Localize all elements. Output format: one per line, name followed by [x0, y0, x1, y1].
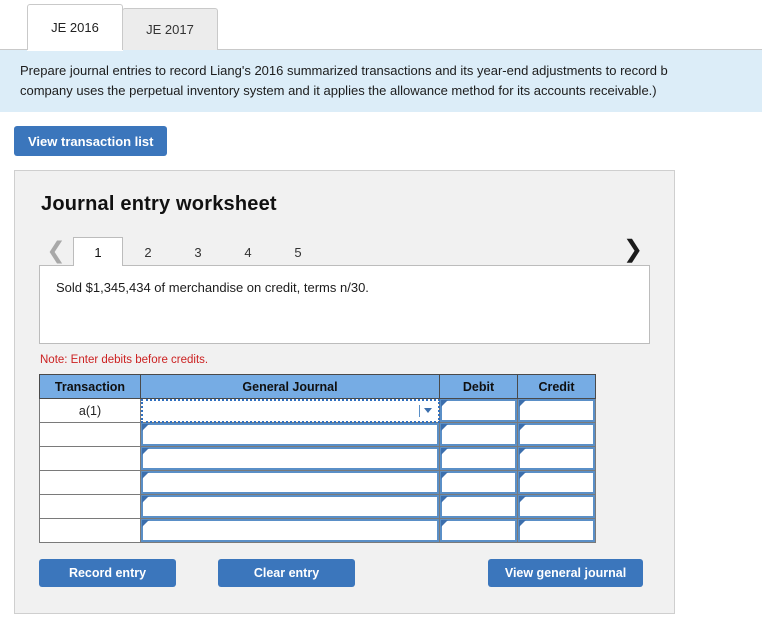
- cell-marker-icon: [142, 520, 149, 527]
- worksheet-page-tabs: 1 2 3 4 5: [73, 237, 323, 266]
- cell-marker-icon: [142, 472, 149, 479]
- chevron-left-icon[interactable]: ❮: [39, 234, 73, 266]
- instruction-line-1: Prepare journal entries to record Liang'…: [20, 63, 668, 78]
- cell-marker-icon: [519, 400, 526, 407]
- table-row: a(1): [39, 398, 596, 423]
- cell-debit[interactable]: [439, 518, 518, 543]
- worksheet-page-4[interactable]: 4: [223, 238, 273, 266]
- clear-entry-button[interactable]: Clear entry: [218, 559, 355, 587]
- cell-debit[interactable]: [439, 398, 518, 423]
- table-row: [39, 422, 596, 447]
- transaction-description-box: Sold $1,345,434 of merchandise on credit…: [39, 266, 650, 344]
- cell-marker-icon: [519, 472, 526, 479]
- journal-table-header-row: Transaction General Journal Debit Credit: [39, 374, 596, 399]
- cell-general-journal[interactable]: [140, 470, 440, 495]
- instruction-line-2: company uses the perpetual inventory sys…: [20, 82, 657, 98]
- view-general-journal-button[interactable]: View general journal: [488, 559, 643, 587]
- cell-marker-icon: [142, 424, 149, 431]
- cell-debit[interactable]: [439, 446, 518, 471]
- cell-transaction: [39, 446, 141, 471]
- worksheet-page-5-label: 5: [294, 245, 302, 260]
- cell-marker-icon: [142, 496, 149, 503]
- worksheet-page-1-label: 1: [94, 244, 102, 260]
- header-credit: Credit: [517, 374, 596, 399]
- cell-general-journal-dropdown[interactable]: [140, 398, 440, 423]
- worksheet-page-nav: ❮ 1 2 3 4 5 ❯: [39, 232, 650, 266]
- worksheet-page-2-label: 2: [144, 245, 152, 260]
- cell-marker-icon: [142, 448, 149, 455]
- cell-marker-icon: [519, 448, 526, 455]
- cell-credit[interactable]: [517, 470, 596, 495]
- cell-transaction: a(1): [39, 398, 141, 423]
- header-transaction: Transaction: [39, 374, 141, 399]
- cell-debit[interactable]: [439, 422, 518, 447]
- cell-credit[interactable]: [517, 494, 596, 519]
- cell-credit[interactable]: [517, 398, 596, 423]
- view-transaction-list-button[interactable]: View transaction list: [14, 126, 168, 156]
- tab-je-2016-label: JE 2016: [51, 20, 99, 35]
- cell-marker-icon: [519, 520, 526, 527]
- table-row: [39, 518, 596, 543]
- instruction-banner: Prepare journal entries to record Liang'…: [0, 50, 762, 112]
- cell-credit[interactable]: [517, 518, 596, 543]
- cell-marker-icon: [441, 424, 448, 431]
- journal-table-head: Transaction General Journal Debit Credit: [39, 374, 596, 399]
- je-year-tabstrip: JE 2016 JE 2017: [0, 0, 762, 50]
- cell-transaction: [39, 518, 141, 543]
- cell-marker-icon: [519, 496, 526, 503]
- worksheet-page-5[interactable]: 5: [273, 238, 323, 266]
- cell-debit[interactable]: [439, 470, 518, 495]
- cell-transaction: [39, 494, 141, 519]
- cell-marker-icon: [441, 520, 448, 527]
- cell-transaction: [39, 422, 141, 447]
- cell-marker-icon: [441, 496, 448, 503]
- cell-general-journal[interactable]: [140, 422, 440, 447]
- record-entry-button[interactable]: Record entry: [39, 559, 176, 587]
- transaction-description-text: Sold $1,345,434 of merchandise on credit…: [56, 280, 369, 295]
- cell-debit[interactable]: [439, 494, 518, 519]
- cell-marker-icon: [441, 472, 448, 479]
- journal-entry-worksheet-panel: Journal entry worksheet ❮ 1 2 3 4 5 ❯ So…: [14, 170, 675, 614]
- journal-entry-table: Transaction General Journal Debit Credit…: [39, 374, 596, 543]
- table-row: [39, 446, 596, 471]
- cell-marker-icon: [441, 448, 448, 455]
- cell-general-journal[interactable]: [140, 446, 440, 471]
- worksheet-page-1[interactable]: 1: [73, 237, 123, 266]
- cell-credit[interactable]: [517, 446, 596, 471]
- tab-je-2017-label: JE 2017: [146, 22, 194, 37]
- cell-marker-icon: [519, 424, 526, 431]
- debits-before-credits-note: Note: Enter debits before credits.: [40, 354, 209, 366]
- header-general-journal: General Journal: [140, 374, 440, 399]
- worksheet-page-4-label: 4: [244, 245, 252, 260]
- toolbar: View transaction list: [0, 112, 762, 156]
- journal-table-body: a(1): [39, 398, 596, 543]
- cell-credit[interactable]: [517, 422, 596, 447]
- tab-je-2017[interactable]: JE 2017: [122, 8, 218, 50]
- chevron-down-icon[interactable]: [419, 404, 433, 417]
- cell-general-journal[interactable]: [140, 518, 440, 543]
- header-debit: Debit: [439, 374, 518, 399]
- table-row: [39, 470, 596, 495]
- worksheet-action-buttons: Record entry Clear entry View general jo…: [39, 559, 643, 587]
- chevron-right-icon[interactable]: ❯: [616, 234, 650, 266]
- cell-transaction: [39, 470, 141, 495]
- worksheet-page-3-label: 3: [194, 245, 202, 260]
- worksheet-page-2[interactable]: 2: [123, 238, 173, 266]
- cell-general-journal[interactable]: [140, 494, 440, 519]
- table-row: [39, 494, 596, 519]
- cell-marker-icon: [441, 400, 448, 407]
- worksheet-page-3[interactable]: 3: [173, 238, 223, 266]
- worksheet-title: Journal entry worksheet: [41, 193, 277, 215]
- tab-je-2016[interactable]: JE 2016: [27, 4, 123, 50]
